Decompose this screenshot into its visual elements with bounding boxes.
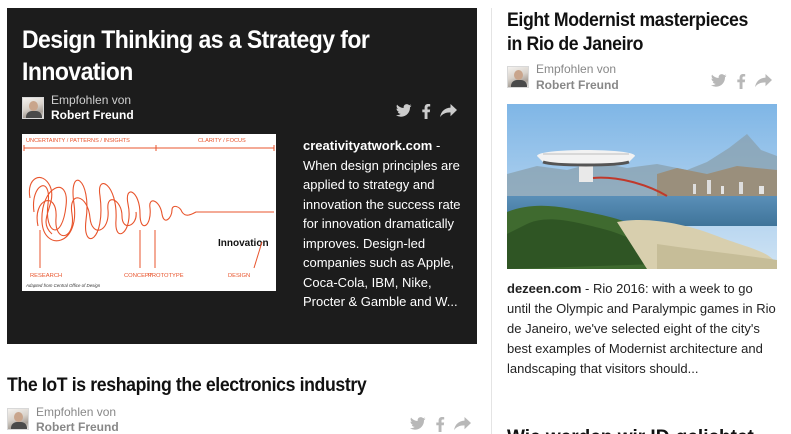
sketch-label-clarity: CLARITY / FOCUS xyxy=(198,138,246,144)
sketch-label-research: RESEARCH xyxy=(30,273,62,279)
author-name[interactable]: Robert Freund xyxy=(36,420,119,434)
sketch-label-design: DESIGN xyxy=(228,273,250,279)
recommended-by-label: Empfohlen von xyxy=(36,405,117,419)
author-avatar[interactable] xyxy=(507,66,529,88)
recommended-by-label: Empfohlen von xyxy=(51,93,132,107)
article-description: - When design principles are applied to … xyxy=(303,138,461,309)
article-excerpt: creativityatwork.com - When design princ… xyxy=(303,136,473,312)
author-avatar[interactable] xyxy=(7,408,29,430)
share-arrow-icon[interactable] xyxy=(755,74,772,88)
next-article-title-peek[interactable]: Wie werden wir ID-gelichtet... xyxy=(507,426,777,434)
author-name[interactable]: Robert Freund xyxy=(51,108,134,122)
article-excerpt: dezeen.com - Rio 2016: with a week to go… xyxy=(507,279,779,379)
facebook-icon[interactable] xyxy=(736,74,746,89)
sketch-label-uncertainty: UNCERTAINTY / PATTERNS / INSIGHTS xyxy=(26,138,130,144)
column-divider xyxy=(491,8,492,434)
facebook-icon[interactable] xyxy=(435,417,445,432)
author-avatar[interactable] xyxy=(22,97,44,119)
share-actions xyxy=(396,104,457,119)
featured-article-card[interactable]: Design Thinking as a Strategy for Innova… xyxy=(7,8,477,344)
share-actions xyxy=(711,74,772,89)
article-source[interactable]: creativityatwork.com xyxy=(303,138,432,153)
author-name[interactable]: Robert Freund xyxy=(536,78,619,92)
share-arrow-icon[interactable] xyxy=(440,104,457,118)
recommended-by-label: Empfohlen von xyxy=(536,62,617,76)
facebook-icon[interactable] xyxy=(421,104,431,119)
article-source[interactable]: dezeen.com xyxy=(507,281,581,296)
article-title-next[interactable]: Wie werden wir ID-gelichtet... xyxy=(507,426,777,434)
article-title-iot[interactable]: The IoT is reshaping the electronics ind… xyxy=(7,374,367,398)
sketch-credit: Adapted from Central Office of Design xyxy=(25,283,101,288)
twitter-icon[interactable] xyxy=(711,74,727,88)
twitter-icon[interactable] xyxy=(410,417,426,431)
article-title-rio[interactable]: Eight Modernist masterpieces in Rio de J… xyxy=(507,9,758,57)
article-title[interactable]: Design Thinking as a Strategy for Innova… xyxy=(22,24,427,88)
twitter-icon[interactable] xyxy=(396,104,412,118)
article-thumbnail[interactable] xyxy=(507,104,777,269)
sketch-label-prototype: PROTOTYPE xyxy=(148,273,184,279)
share-actions xyxy=(410,417,471,432)
article-thumbnail[interactable]: UNCERTAINTY / PATTERNS / INSIGHTS CLARIT… xyxy=(22,134,276,291)
sketch-label-innovation: Innovation xyxy=(218,238,269,249)
share-arrow-icon[interactable] xyxy=(454,417,471,431)
